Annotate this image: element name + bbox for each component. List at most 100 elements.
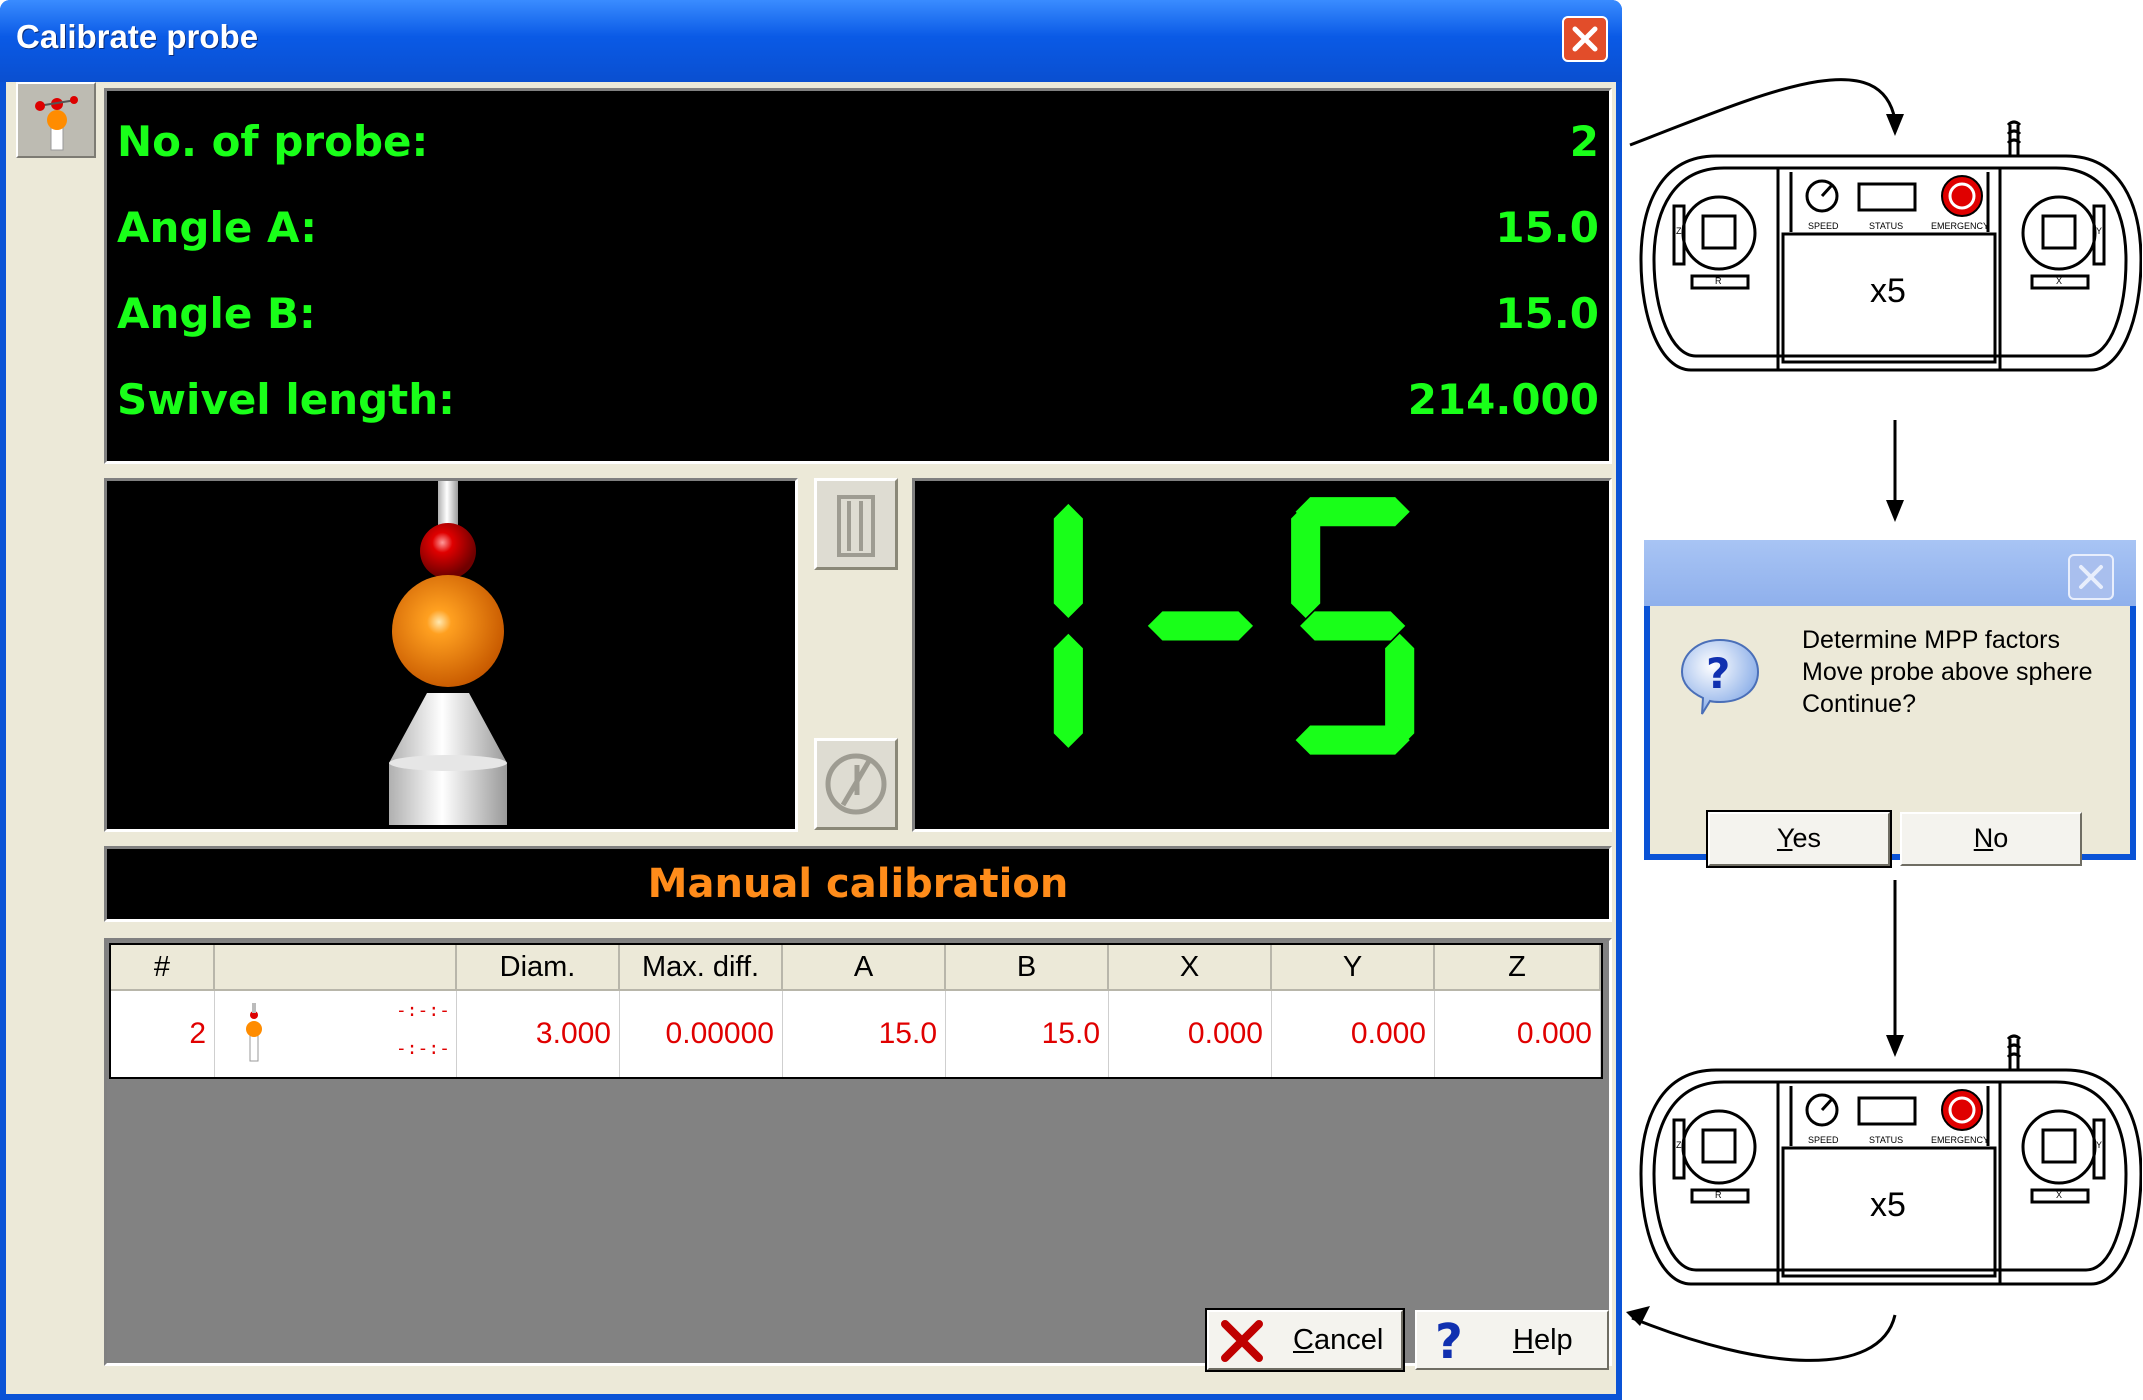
- column-header-max-diff[interactable]: Max. diff.: [620, 945, 783, 991]
- cancel-button[interactable]: Cancel: [1205, 1308, 1405, 1372]
- status-label: STATUS: [1869, 1135, 1904, 1145]
- info-value: 15.0: [1495, 289, 1599, 338]
- probe-icon-button[interactable]: [16, 82, 96, 158]
- cancel-button-label: Cancel: [1293, 1324, 1384, 1356]
- close-icon: [2079, 565, 2103, 589]
- axis-label: R: [1715, 1190, 1722, 1200]
- info-row-angle-a: Angle A: 15.0: [117, 203, 1599, 263]
- info-label: Angle B:: [117, 289, 316, 338]
- info-row-swivel-length: Swivel length: 214.000: [117, 375, 1599, 435]
- side-button-column: [806, 478, 902, 832]
- pendant-top: SPEED STATUS EMERGENCY Z R Y X x5: [1636, 110, 2143, 380]
- calibration-table-area: # Diam. Max. diff. A B X Y Z 2 -:-:- -:-…: [104, 938, 1612, 1366]
- close-button[interactable]: [1562, 16, 1608, 62]
- segment-g: [1147, 611, 1254, 641]
- segment-b: [1053, 503, 1083, 619]
- mode-label: Manual calibration: [647, 861, 1069, 907]
- info-label: No. of probe:: [117, 117, 429, 166]
- calibrate-probe-window: Calibrate probe No. of probe: 2 Angle A:…: [0, 0, 1622, 1400]
- speed-label: SPEED: [1808, 1135, 1839, 1145]
- remote-pendant-illustration: [1639, 1034, 2143, 1286]
- cell-b: 15.0: [946, 991, 1109, 1077]
- segment-c: [1053, 633, 1083, 748]
- cancel-x-icon: [1221, 1320, 1263, 1362]
- emergency-label: EMERGENCY: [1931, 221, 1990, 231]
- probe-rack-button[interactable]: [814, 478, 898, 570]
- info-row-angle-b: Angle B: 15.0: [117, 289, 1599, 349]
- speed-label: SPEED: [1808, 221, 1839, 231]
- probe-3d-view: [104, 478, 798, 832]
- column-header-x[interactable]: X: [1109, 945, 1272, 991]
- axis-label: X: [2056, 1190, 2063, 1200]
- column-header-number[interactable]: #: [111, 945, 215, 991]
- multiplier-label: x5: [1870, 272, 1906, 310]
- info-label: Angle A:: [117, 203, 318, 252]
- axis-label: Y: [2096, 226, 2103, 236]
- column-header-y[interactable]: Y: [1272, 945, 1435, 991]
- question-bubble-icon: ?: [1680, 638, 1760, 715]
- dialog-title-bar[interactable]: [1644, 540, 2136, 606]
- info-label: Swivel length:: [117, 375, 455, 424]
- multiplier-label: x5: [1870, 1186, 1906, 1224]
- mpp-confirm-dialog: ? Determine MPP factors Move probe above…: [1644, 540, 2136, 868]
- calibration-grid: # Diam. Max. diff. A B X Y Z 2 -:-:- -:-…: [109, 943, 1603, 1079]
- cell-number: 2: [111, 991, 215, 1077]
- probe-rack-icon: [837, 495, 875, 557]
- close-icon: [1572, 26, 1598, 52]
- window-title: Calibrate probe: [16, 18, 259, 55]
- seven-segment-readout: [1053, 497, 1415, 755]
- segment-d: [1295, 725, 1410, 755]
- info-row-probe-number: No. of probe: 2: [117, 117, 1599, 177]
- help-button[interactable]: ? Help: [1415, 1310, 1609, 1370]
- dash-placeholder: -:-:-: [395, 1038, 450, 1059]
- dialog-message-line: Continue?: [1802, 690, 1916, 718]
- help-button-label: Help: [1513, 1324, 1573, 1356]
- column-header-z[interactable]: Z: [1435, 945, 1601, 991]
- axis-label: Z: [1676, 1140, 1682, 1150]
- dialog-body: ? Determine MPP factors Move probe above…: [1650, 606, 2130, 868]
- axis-label: Z: [1676, 226, 1682, 236]
- cell-diam: 3.000: [457, 991, 620, 1077]
- segment-g: [1300, 611, 1406, 641]
- cell-max-diff: 0.00000: [620, 991, 783, 1077]
- axis-label: R: [1715, 276, 1722, 286]
- cell-a: 15.0: [783, 991, 946, 1077]
- pendant-bottom: SPEED STATUS EMERGENCY Z R Y X x5: [1636, 1024, 2143, 1294]
- cell-y: 0.000: [1272, 991, 1435, 1077]
- mode-panel: Manual calibration: [104, 846, 1612, 922]
- title-bar[interactable]: Calibrate probe: [0, 0, 1622, 82]
- svg-text:?: ?: [1435, 1314, 1463, 1366]
- svg-text:?: ?: [1706, 649, 1730, 698]
- probe-reset-button[interactable]: [814, 738, 898, 830]
- info-value: 2: [1569, 117, 1599, 166]
- help-question-icon: ?: [1435, 1314, 1463, 1366]
- probe-number-display: [912, 478, 1612, 832]
- dialog-message-line: Move probe above sphere: [1802, 658, 2093, 686]
- axis-label: X: [2056, 276, 2063, 286]
- remote-pendant-illustration: [1639, 120, 2143, 372]
- yes-button-label: Yes: [1776, 823, 1822, 853]
- probe-icon: [246, 1003, 262, 1062]
- cell-x: 0.000: [1109, 991, 1272, 1077]
- dialog-client-area: No. of probe: 2 Angle A: 15.0 Angle B: 1…: [6, 82, 1616, 1394]
- probe-info-panel: No. of probe: 2 Angle A: 15.0 Angle B: 1…: [104, 88, 1612, 464]
- emergency-label: EMERGENCY: [1931, 1135, 1990, 1145]
- column-header-b[interactable]: B: [946, 945, 1109, 991]
- cell-z: 0.000: [1435, 991, 1601, 1077]
- column-header-diam[interactable]: Diam.: [457, 945, 620, 991]
- probe-reset-icon: [825, 753, 887, 815]
- probe-illustration: [389, 481, 507, 825]
- axis-label: Y: [2096, 1140, 2103, 1150]
- segment-f: [1291, 503, 1321, 619]
- cell-probe: -:-:- -:-:-: [215, 991, 457, 1077]
- yes-button[interactable]: Yes: [1706, 810, 1892, 868]
- status-label: STATUS: [1869, 221, 1904, 231]
- dash-placeholder: -:-:-: [395, 1000, 450, 1021]
- dialog-close-button[interactable]: [2068, 554, 2114, 600]
- no-button-label: No: [1973, 823, 2009, 853]
- probe-icon: [35, 96, 78, 151]
- info-value: 15.0: [1495, 203, 1599, 252]
- no-button[interactable]: No: [1900, 812, 2082, 866]
- column-header-a[interactable]: A: [783, 945, 946, 991]
- column-header-probe[interactable]: [215, 945, 457, 991]
